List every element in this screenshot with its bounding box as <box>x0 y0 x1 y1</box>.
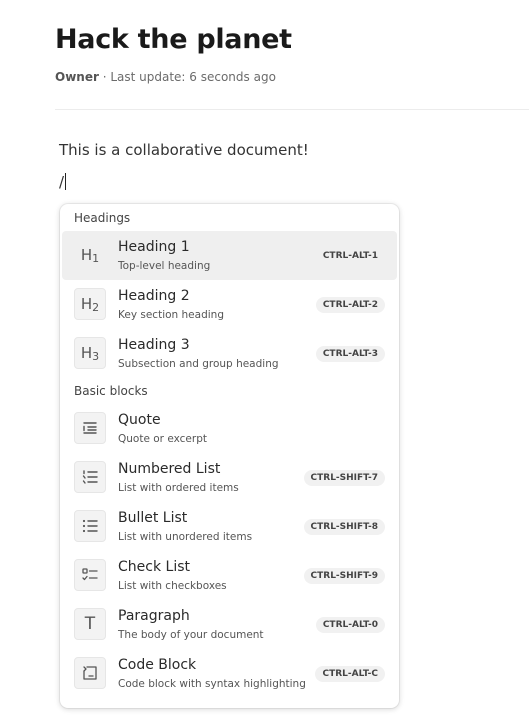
menu-item-title: Code Block <box>118 657 197 673</box>
menu-item-description: List with checkboxes <box>118 580 227 592</box>
menu-item-description: List with ordered items <box>118 482 239 494</box>
shortcut-badge: CTRL-ALT-2 <box>315 297 385 313</box>
menu-item-title: Check List <box>118 559 190 575</box>
menu-item-description: Code block with syntax highlighting <box>118 678 306 690</box>
document-title[interactable]: Hack the planet <box>55 24 292 55</box>
menu-item-description: Top-level heading <box>118 260 211 272</box>
owner-label: Owner <box>55 70 99 84</box>
menu-item-title: Heading 1 <box>118 239 190 255</box>
menu-item-numbered-list[interactable]: Numbered List List with ordered items CT… <box>62 453 397 502</box>
menu-item-heading-3[interactable]: H3 Heading 3 Subsection and group headin… <box>62 329 397 378</box>
document-paragraph[interactable]: This is a collaborative document! <box>59 141 309 159</box>
heading-1-icon: H1 <box>80 245 100 265</box>
slash-command-text: / <box>59 173 65 191</box>
last-update-text: · Last update: 6 seconds ago <box>98 70 276 84</box>
group-label-basic-blocks: Basic blocks <box>74 384 148 398</box>
menu-item-quote[interactable]: Quote Quote or excerpt <box>62 404 397 453</box>
shortcut-badge: CTRL-SHIFT-7 <box>303 470 385 486</box>
menu-item-description: Key section heading <box>118 309 224 321</box>
menu-item-title: Heading 2 <box>118 288 190 304</box>
shortcut-badge: CTRL-ALT-0 <box>315 617 385 633</box>
code-block-icon <box>74 657 106 689</box>
slash-command-menu: Headings H1 Heading 1 Top-level heading … <box>60 204 399 708</box>
quote-icon <box>74 412 106 444</box>
check-list-icon <box>74 559 106 591</box>
menu-item-bullet-list[interactable]: Bullet List List with unordered items CT… <box>62 502 397 551</box>
menu-item-description: List with unordered items <box>118 531 253 543</box>
menu-item-title: Paragraph <box>118 608 190 624</box>
slash-command-line[interactable]: / <box>59 173 67 191</box>
menu-item-heading-2[interactable]: H2 Heading 2 Key section heading CTRL-AL… <box>62 280 397 329</box>
menu-item-paragraph[interactable]: T Paragraph The body of your document CT… <box>62 600 397 649</box>
menu-item-description: Subsection and group heading <box>118 358 279 370</box>
menu-item-heading-1[interactable]: H1 Heading 1 Top-level heading CTRL-ALT-… <box>62 231 397 280</box>
shortcut-badge: CTRL-SHIFT-8 <box>303 519 385 535</box>
menu-item-code-block[interactable]: Code Block Code block with syntax highli… <box>62 649 397 698</box>
group-label-headings: Headings <box>74 211 131 225</box>
menu-item-description: Quote or excerpt <box>118 433 207 445</box>
menu-item-title: Heading 3 <box>118 337 190 353</box>
divider <box>55 109 529 110</box>
shortcut-badge: CTRL-ALT-C <box>315 666 385 682</box>
heading-2-icon: H2 <box>74 288 106 320</box>
shortcut-badge: CTRL-ALT-3 <box>315 346 385 362</box>
menu-item-description: The body of your document <box>118 629 264 641</box>
shortcut-badge: CTRL-SHIFT-9 <box>303 568 385 584</box>
shortcut-badge: CTRL-ALT-1 <box>322 251 378 261</box>
menu-item-title: Bullet List <box>118 510 188 526</box>
document-meta: Owner · Last update: 6 seconds ago <box>55 70 276 84</box>
paragraph-icon: T <box>74 608 106 640</box>
text-caret <box>65 173 67 190</box>
numbered-list-icon <box>74 461 106 493</box>
menu-item-check-list[interactable]: Check List List with checkboxes CTRL-SHI… <box>62 551 397 600</box>
bullet-list-icon <box>74 510 106 542</box>
menu-item-title: Numbered List <box>118 461 221 477</box>
heading-3-icon: H3 <box>74 337 106 369</box>
menu-item-title: Quote <box>118 412 161 428</box>
